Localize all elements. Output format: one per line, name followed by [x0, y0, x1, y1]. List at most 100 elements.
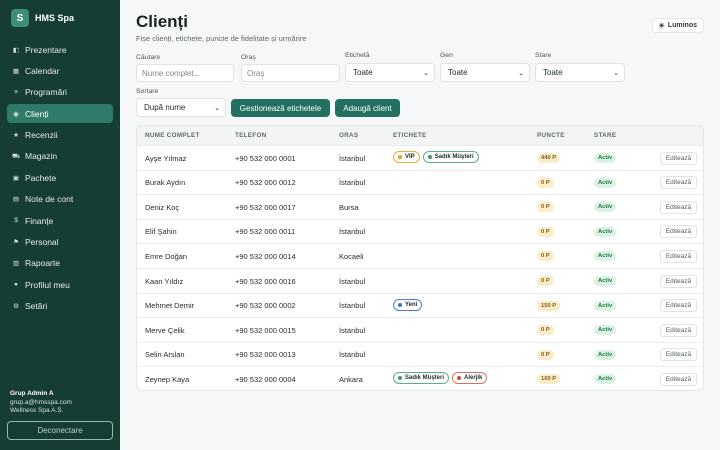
sidebar-item-7[interactable]: ▤ Note de cont	[7, 190, 113, 209]
column-header-points[interactable]: PUNCTE	[537, 132, 565, 139]
tag-dot-icon	[427, 155, 432, 159]
theme-toggle-button[interactable]: ☀ Luminos	[651, 18, 704, 33]
sort-label: Sortare	[136, 88, 159, 95]
client-tags: Yeni	[393, 298, 423, 311]
table-row[interactable]: Burak Aydın +90 532 000 0012 İstanbul 0 P Ac…	[137, 171, 703, 196]
client-phone: +90 532 000 0002	[235, 301, 296, 311]
table-row[interactable]: Emre Doğan +90 532 000 0014 Kocaeli 0 P Acti…	[137, 244, 703, 269]
add-client-button[interactable]: Adaugă client	[335, 99, 400, 117]
tag-badge: Alerjik	[452, 372, 488, 385]
sidebar-item-label: Setări	[25, 301, 48, 312]
sidebar-item-2[interactable]: ≡ Programări	[7, 83, 113, 102]
manage-tags-button[interactable]: Gestionează etichetele	[231, 99, 330, 117]
client-name: Kaan Yıldız	[145, 276, 184, 286]
table-row[interactable]: Ayşe Yılmaz +90 532 000 0001 İstanbul VIP Sa…	[137, 146, 703, 171]
table-row[interactable]: Kaan Yıldız +90 532 000 0016 İstanbul 0 P Ac…	[137, 269, 703, 294]
edit-button[interactable]: Editează	[660, 299, 697, 313]
tag-label: Alerjik	[464, 375, 483, 382]
user-name: Grup Admin A	[10, 390, 54, 397]
column-header-name[interactable]: NUME COMPLET	[145, 132, 200, 139]
sidebar-item-label: Programări	[25, 87, 68, 98]
sidebar-item-8[interactable]: $ Finanțe	[7, 211, 113, 230]
table-row[interactable]: Mehmet Demir +90 532 000 0002 İstanbul Yeni…	[137, 294, 703, 319]
table-header: NUME COMPLET TELEFON ORAȘ ETICHETE PUNCT…	[137, 126, 703, 146]
city-input[interactable]	[247, 68, 339, 78]
tag-filter-select[interactable]: Toate ⌄	[345, 63, 435, 82]
client-phone: +90 532 000 0004	[235, 374, 296, 384]
status-badge: Activ	[594, 177, 617, 188]
edit-button[interactable]: Editează	[660, 176, 697, 190]
city-label: Oraș	[241, 54, 256, 61]
client-name: Selin Arslan	[145, 350, 185, 360]
sidebar-item-4[interactable]: ★ Recenzii	[7, 126, 113, 145]
status-filter-select[interactable]: Toate ⌄	[535, 63, 625, 82]
sidebar-item-0[interactable]: ◧ Prezentare	[7, 40, 113, 59]
gear-icon: ⚙	[13, 303, 19, 311]
status-badge: Activ	[594, 202, 617, 213]
sort-select[interactable]: După nume ⌄	[136, 98, 226, 117]
sidebar-item-6[interactable]: ▣ Pachete	[7, 168, 113, 187]
client-city: Bursa	[339, 202, 359, 212]
search-input[interactable]	[142, 68, 233, 78]
edit-button[interactable]: Editează	[660, 249, 697, 263]
client-name: Deniz Koç	[145, 202, 180, 212]
client-name: Ayşe Yılmaz	[145, 153, 187, 163]
page-title: Clienți	[136, 12, 188, 31]
brand[interactable]: S HMS Spa	[11, 9, 74, 27]
edit-button[interactable]: Editează	[660, 225, 697, 239]
edit-button[interactable]: Editează	[660, 274, 697, 288]
sidebar-item-label: Personal	[25, 237, 59, 248]
tag-badge: Sadık Müşteri	[422, 151, 479, 163]
points-badge: 0 P	[537, 177, 554, 188]
client-name: Zeynep Kaya	[145, 374, 190, 384]
brand-name: HMS Spa	[35, 13, 75, 23]
star-icon: ★	[13, 132, 19, 140]
sidebar-item-10[interactable]: ▥ Rapoarte	[7, 254, 113, 273]
tag-badge: Yeni	[393, 298, 423, 311]
points-badge: 0 P	[537, 202, 554, 213]
column-header-city[interactable]: ORAȘ	[339, 132, 358, 139]
table-row[interactable]: Merve Çelik +90 532 000 0015 İstanbul 0 P Ac…	[137, 318, 703, 343]
edit-button[interactable]: Editează	[660, 151, 697, 165]
column-header-status[interactable]: STARE	[594, 132, 616, 139]
sidebar-item-5[interactable]: ⛟ Magazin	[7, 147, 113, 166]
edit-button[interactable]: Editează	[660, 372, 697, 386]
user-info: Grup Admin A grup.a@hmsspa.com Wellness …	[10, 390, 72, 416]
sidebar-item-label: Pachete	[25, 172, 57, 183]
client-phone: +90 532 000 0017	[235, 202, 296, 212]
client-phone: +90 532 000 0011	[235, 227, 296, 237]
edit-button[interactable]: Editează	[660, 323, 697, 337]
client-city: İstanbul	[339, 227, 366, 237]
column-header-tags[interactable]: ETICHETE	[393, 132, 427, 139]
column-header-phone[interactable]: TELEFON	[235, 132, 266, 139]
sidebar-item-3[interactable]: ◉ Clienți	[7, 104, 113, 124]
client-city: İstanbul	[339, 301, 366, 311]
edit-button[interactable]: Editează	[660, 348, 697, 362]
table-row[interactable]: Elif Şahin +90 532 000 0011 İstanbul 0 P Act…	[137, 220, 703, 245]
points-badge: 0 P	[537, 349, 554, 360]
client-phone: +90 532 000 0013	[235, 350, 296, 360]
tag-filter-value: Toate	[353, 68, 373, 77]
client-tags: VIP Sadık Müşteri	[393, 151, 479, 163]
table-row[interactable]: Deniz Koç +90 532 000 0017 Bursa 0 P Activ Ed…	[137, 195, 703, 220]
edit-button[interactable]: Editează	[660, 200, 697, 214]
logout-button[interactable]: Deconectare	[7, 421, 113, 440]
table-row[interactable]: Zeynep Kaya +90 532 000 0004 Ankara Sadık M…	[137, 367, 703, 390]
sidebar-item-12[interactable]: ⚙ Setări	[7, 297, 113, 316]
calendar-icon: ▦	[12, 67, 20, 75]
sidebar-item-1[interactable]: ▦ Calendar	[7, 61, 113, 80]
points-badge: 440 P	[537, 153, 561, 163]
sidebar-item-9[interactable]: ⚑ Personal	[7, 233, 113, 252]
flag-icon: ⚑	[13, 239, 19, 247]
sidebar: S HMS Spa ◧ Prezentare ▦ Calendar ≡ Programăr…	[0, 0, 120, 450]
sidebar-item-label: Rapoarte	[25, 258, 60, 269]
client-name: Mehmet Demir	[145, 301, 195, 311]
brand-logo: S	[11, 9, 29, 27]
sidebar-item-11[interactable]: ● Profilul meu	[7, 275, 113, 294]
bar-chart-icon: ▥	[12, 260, 20, 268]
table-row[interactable]: Selin Arslan +90 532 000 0013 İstanbul 0 P A…	[137, 343, 703, 368]
sidebar-item-label: Note de cont	[25, 194, 74, 205]
client-name: Emre Doğan	[145, 251, 188, 261]
gender-filter-select[interactable]: Toate ⌄	[440, 63, 530, 82]
sidebar-item-label: Calendar	[25, 65, 60, 76]
